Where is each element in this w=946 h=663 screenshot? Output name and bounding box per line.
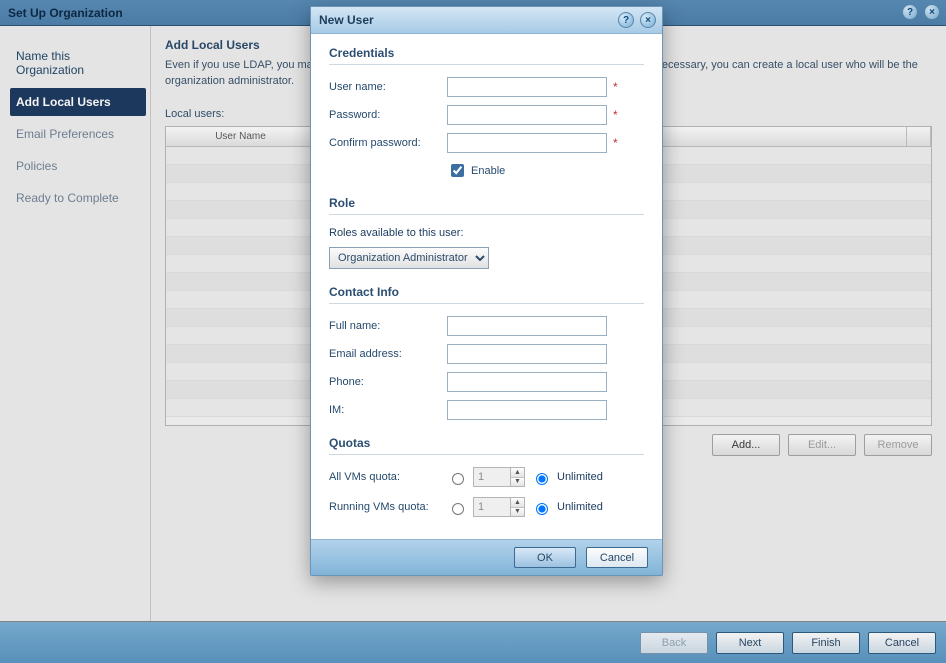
all-vms-spin-value [474, 468, 510, 486]
running-vms-unlimited-label: Unlimited [557, 501, 603, 513]
contact-section: Contact Info Full name: Email address: P… [329, 285, 644, 420]
remove-button: Remove [864, 434, 932, 456]
roles-label: Roles available to this user: [329, 227, 644, 239]
phone-label: Phone: [329, 376, 447, 388]
enable-label: Enable [471, 165, 505, 177]
required-marker: * [613, 108, 618, 122]
step-email-prefs: Email Preferences [10, 120, 146, 148]
required-marker: * [613, 80, 618, 94]
password-input[interactable] [447, 105, 607, 125]
role-select[interactable]: Organization Administrator [329, 247, 489, 269]
credentials-section: Credentials User name: * Password: * Con… [329, 46, 644, 180]
section-divider [329, 214, 644, 215]
add-button[interactable]: Add... [712, 434, 780, 456]
all-vms-spinner[interactable]: ▲ ▼ [473, 467, 525, 487]
running-vms-label: Running VMs quota: [329, 501, 447, 513]
dialog-header[interactable]: New User ? × [311, 7, 662, 34]
phone-input[interactable] [447, 372, 607, 392]
email-input[interactable] [447, 344, 607, 364]
wizard-footer: Back Next Finish Cancel [0, 622, 946, 663]
close-icon[interactable]: × [924, 4, 940, 20]
help-icon[interactable]: ? [618, 12, 634, 28]
spin-down-icon[interactable]: ▼ [511, 508, 524, 517]
spin-up-icon[interactable]: ▲ [511, 468, 524, 478]
role-section: Role Roles available to this user: Organ… [329, 196, 644, 269]
wizard-cancel-button[interactable]: Cancel [868, 632, 936, 654]
contact-title: Contact Info [329, 285, 644, 299]
password-label: Password: [329, 109, 447, 121]
running-vms-spin-value [474, 498, 510, 516]
section-divider [329, 303, 644, 304]
help-icon[interactable]: ? [902, 4, 918, 20]
all-vms-limited-radio[interactable] [452, 473, 464, 485]
confirm-password-input[interactable] [447, 133, 607, 153]
close-icon[interactable]: × [640, 12, 656, 28]
spin-up-icon[interactable]: ▲ [511, 498, 524, 508]
running-vms-limited-radio[interactable] [452, 503, 464, 515]
fullname-input[interactable] [447, 316, 607, 336]
im-input[interactable] [447, 400, 607, 420]
username-label: User name: [329, 81, 447, 93]
step-name-org[interactable]: Name this Organization [10, 42, 146, 84]
th-user[interactable]: User Name [166, 127, 316, 146]
all-vms-unlimited-label: Unlimited [557, 471, 603, 483]
next-button[interactable]: Next [716, 632, 784, 654]
back-button[interactable]: Back [640, 632, 708, 654]
all-vms-unlimited-radio[interactable] [536, 473, 548, 485]
required-marker: * [613, 136, 618, 150]
ok-button[interactable]: OK [514, 547, 576, 568]
running-vms-spinner[interactable]: ▲ ▼ [473, 497, 525, 517]
dialog-body: Credentials User name: * Password: * Con… [311, 34, 662, 539]
edit-button: Edit... [788, 434, 856, 456]
email-label: Email address: [329, 348, 447, 360]
section-divider [329, 454, 644, 455]
th-end [907, 127, 931, 146]
wizard-steps: Name this Organization Add Local Users E… [0, 26, 150, 621]
fullname-label: Full name: [329, 320, 447, 332]
role-title: Role [329, 196, 644, 210]
section-divider [329, 64, 644, 65]
quotas-section: Quotas All VMs quota: ▲ ▼ Unlimited [329, 436, 644, 517]
finish-button[interactable]: Finish [792, 632, 860, 654]
cancel-button[interactable]: Cancel [586, 547, 648, 568]
step-add-local-users[interactable]: Add Local Users [10, 88, 146, 116]
new-user-dialog: New User ? × Credentials User name: * Pa… [310, 6, 663, 576]
wizard-title: Set Up Organization [8, 6, 123, 20]
confirm-password-label: Confirm password: [329, 137, 447, 149]
im-label: IM: [329, 404, 447, 416]
dialog-title: New User [319, 13, 374, 27]
quotas-title: Quotas [329, 436, 644, 450]
dialog-footer: OK Cancel [311, 539, 662, 575]
running-vms-unlimited-radio[interactable] [536, 503, 548, 515]
username-input[interactable] [447, 77, 607, 97]
step-policies: Policies [10, 152, 146, 180]
credentials-title: Credentials [329, 46, 644, 60]
all-vms-label: All VMs quota: [329, 471, 447, 483]
enable-checkbox[interactable] [451, 164, 464, 177]
spin-down-icon[interactable]: ▼ [511, 478, 524, 487]
step-ready: Ready to Complete [10, 184, 146, 212]
